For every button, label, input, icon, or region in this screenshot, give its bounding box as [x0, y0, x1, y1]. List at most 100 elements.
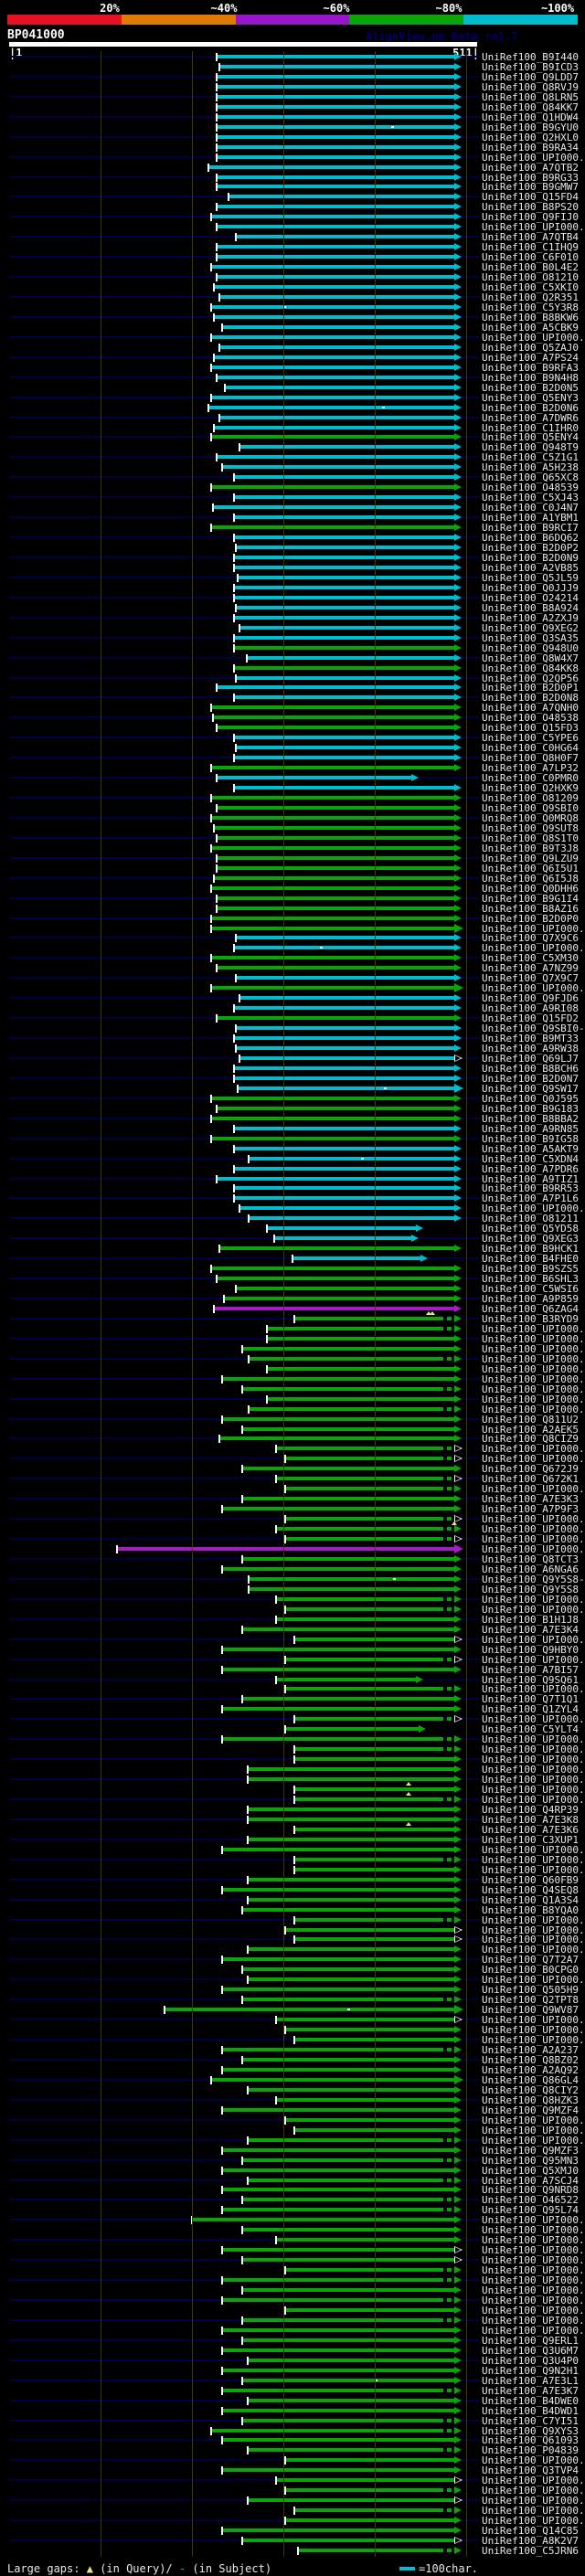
subject-continues-arrow[interactable] — [454, 694, 462, 701]
subject-continues-arrow[interactable] — [454, 443, 462, 451]
subject-continues-arrow[interactable] — [454, 1776, 462, 1783]
hit-bar[interactable] — [214, 826, 454, 830]
hit-bar[interactable] — [211, 2078, 454, 2082]
subject-continues-arrow[interactable] — [454, 794, 462, 801]
subject-continues-arrow[interactable] — [411, 774, 419, 781]
hit-bar[interactable] — [217, 806, 454, 810]
hit-bar[interactable] — [217, 1277, 454, 1280]
hit-bar[interactable] — [219, 65, 454, 69]
subject-continues-arrow[interactable] — [454, 323, 462, 331]
subject-continues-arrow[interactable] — [454, 283, 462, 291]
subject-continues-arrow[interactable] — [454, 1705, 462, 1712]
subject-continues-arrow[interactable] — [454, 453, 462, 461]
subject-continues-arrow[interactable] — [454, 2196, 462, 2203]
subject-continues-arrow[interactable] — [454, 2075, 463, 2084]
subject-continues-arrow[interactable] — [454, 1575, 462, 1583]
subject-continues-arrow[interactable] — [454, 864, 462, 872]
hit-bar[interactable] — [248, 1807, 454, 1811]
subject-continues-arrow[interactable] — [454, 2005, 463, 2014]
subject-continues-arrow[interactable] — [454, 414, 462, 421]
hit-bar[interactable] — [234, 1076, 454, 1080]
hit-bar[interactable] — [276, 1447, 443, 1450]
hit-bar[interactable] — [234, 646, 454, 650]
hit-bar[interactable] — [236, 1046, 454, 1050]
hit-bar[interactable] — [285, 1517, 443, 1521]
subject-continues-arrow[interactable] — [454, 524, 462, 531]
subject-continues-arrow[interactable] — [454, 2466, 462, 2474]
subject-continues-arrow[interactable] — [454, 493, 462, 501]
subject-continues-arrow[interactable] — [454, 384, 462, 391]
hit-bar[interactable] — [242, 1467, 454, 1470]
subject-continues-arrow[interactable] — [454, 1945, 462, 1953]
subject-continues-arrow[interactable] — [454, 2226, 462, 2233]
hit-bar[interactable] — [294, 1797, 443, 1801]
hit-bar[interactable] — [217, 1177, 454, 1181]
hit-bar[interactable] — [213, 716, 454, 719]
hit-bar[interactable] — [211, 366, 454, 369]
subject-continues-arrow[interactable] — [454, 1826, 462, 1833]
hit-bar[interactable] — [211, 485, 454, 489]
hit-bar[interactable] — [276, 1477, 443, 1480]
subject-continues-arrow[interactable] — [454, 1505, 462, 1512]
hit-bar[interactable] — [276, 2098, 454, 2102]
subject-continues-arrow[interactable] — [454, 1014, 462, 1022]
subject-continues-arrow[interactable] — [454, 193, 462, 200]
hit-bar[interactable] — [242, 2198, 443, 2201]
subject-continues-arrow[interactable] — [454, 2126, 462, 2134]
hit-bar[interactable] — [222, 2188, 454, 2191]
subject-continues-arrow[interactable] — [454, 564, 462, 571]
hit-bar[interactable] — [222, 1957, 454, 1961]
subject-continues-arrow[interactable] — [454, 744, 462, 751]
subject-continues-arrow[interactable] — [454, 154, 462, 161]
hit-bar[interactable] — [214, 876, 454, 880]
subject-continues-arrow[interactable] — [454, 2136, 462, 2144]
subject-continues-arrow[interactable] — [454, 1906, 462, 1913]
subject-continues-arrow[interactable] — [454, 2086, 462, 2094]
hit-bar[interactable] — [242, 1347, 454, 1351]
subject-continues-arrow[interactable] — [454, 1986, 462, 1993]
subject-continues-arrow[interactable] — [454, 1115, 462, 1122]
subject-continues-arrow[interactable] — [454, 885, 462, 892]
hit-bar[interactable] — [219, 1246, 454, 1250]
hit-bar[interactable] — [234, 1036, 454, 1040]
hit-bar[interactable] — [222, 2528, 454, 2532]
subject-continues-arrow[interactable] — [454, 133, 462, 141]
subject-continues-arrow[interactable] — [454, 1886, 462, 1893]
subject-continues-arrow[interactable] — [454, 364, 462, 371]
subject-continues-arrow[interactable] — [454, 2286, 462, 2294]
subject-continues-arrow[interactable] — [454, 1606, 462, 1613]
hit-bar[interactable] — [285, 2488, 443, 2492]
hit-bar[interactable] — [217, 225, 454, 228]
subject-continues-arrow[interactable] — [454, 895, 462, 902]
subject-continues-arrow[interactable] — [454, 1315, 462, 1322]
subject-continues-arrow[interactable] — [454, 2417, 462, 2424]
hit-bar[interactable] — [222, 2048, 443, 2051]
hit-bar[interactable] — [234, 495, 454, 499]
subject-continues-arrow[interactable] — [454, 834, 462, 842]
hit-bar[interactable] — [234, 1006, 454, 1010]
hit-bar[interactable] — [211, 917, 454, 920]
subject-continues-arrow[interactable] — [454, 263, 462, 270]
hit-bar[interactable] — [222, 2298, 443, 2302]
hit-bar[interactable] — [242, 2058, 454, 2062]
hit-bar[interactable] — [267, 1226, 416, 1230]
subject-continues-arrow[interactable] — [454, 1626, 462, 1633]
subject-continues-arrow[interactable] — [454, 1646, 462, 1653]
hit-bar[interactable] — [211, 886, 454, 890]
subject-continues-arrow[interactable] — [454, 233, 462, 240]
hit-bar[interactable] — [225, 386, 454, 389]
hit-bar[interactable] — [239, 996, 454, 1000]
hit-bar[interactable] — [276, 2478, 454, 2482]
hit-bar[interactable] — [222, 1988, 454, 1991]
subject-continues-arrow[interactable] — [454, 1265, 462, 1272]
hit-bar[interactable] — [234, 756, 454, 759]
subject-continues-arrow[interactable] — [454, 174, 462, 181]
subject-continues-arrow[interactable] — [454, 2177, 462, 2184]
subject-continues-arrow[interactable] — [454, 1204, 462, 1212]
subject-continues-arrow[interactable] — [454, 1105, 462, 1112]
hit-bar[interactable] — [242, 2379, 454, 2382]
hit-bar[interactable] — [249, 1216, 454, 1220]
hit-bar[interactable] — [234, 1147, 454, 1150]
subject-continues-arrow[interactable] — [454, 1355, 462, 1362]
hit-bar[interactable] — [211, 2429, 443, 2433]
